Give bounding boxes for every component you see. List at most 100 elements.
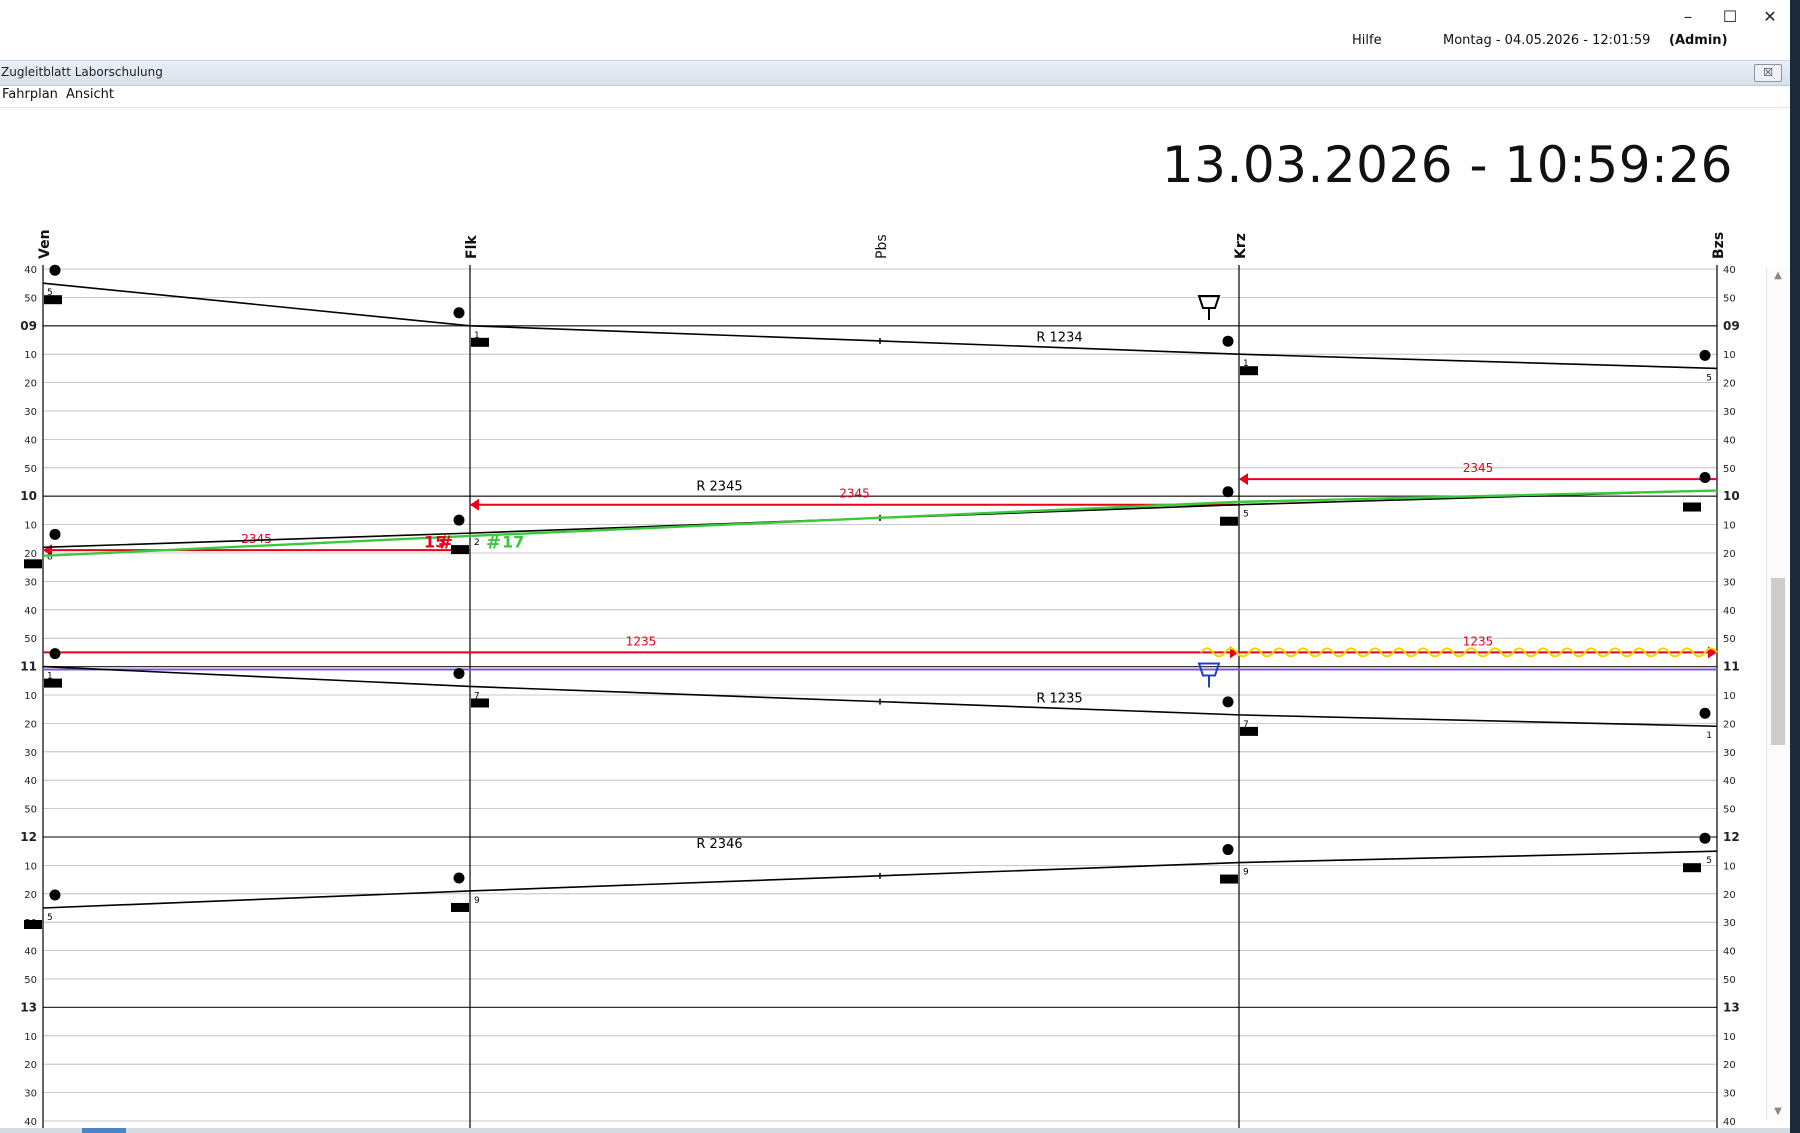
track-number: 8: [47, 552, 53, 562]
track-block: [24, 920, 42, 929]
time-tick-right: 10: [1723, 1032, 1736, 1043]
time-tick-left: 40: [24, 1117, 37, 1128]
track-block: [44, 295, 62, 305]
time-tick-left: 10: [20, 489, 37, 503]
time-tick-left: 10: [24, 350, 37, 361]
time-tick-left: 12: [20, 830, 37, 844]
track-number: 9: [474, 896, 480, 906]
track-block: [1683, 863, 1701, 873]
time-tick-left: 30: [24, 1089, 37, 1100]
order-arrowhead: [1239, 473, 1248, 486]
close-icon[interactable]: ✕: [1750, 4, 1790, 30]
scroll-thumb[interactable]: [1771, 578, 1785, 745]
timetable-graph: Ven Flk Pbs Krz Bzs 40 40 50 50 09 09 10 10 20 20 30 30 4…: [20, 229, 1740, 1128]
delay-marker-icon: #: [438, 533, 453, 554]
track-block: [24, 559, 42, 569]
time-tick-right: 40: [1723, 435, 1736, 446]
departure-dot: [1699, 349, 1711, 361]
train-path: [42, 665, 1718, 728]
time-tick-right: 20: [1723, 890, 1736, 901]
time-tick-right: 20: [1723, 379, 1736, 390]
order-arrowhead: [470, 498, 479, 511]
time-tick-left: 50: [24, 464, 37, 475]
track-number: 2: [474, 538, 480, 548]
order-label: 1235: [626, 634, 657, 648]
time-tick-right: 50: [1723, 975, 1736, 986]
time-tick-left: 40: [24, 776, 37, 787]
time-tick-right: 30: [1723, 918, 1736, 929]
train-label: R 2346: [696, 837, 742, 852]
time-tick-left: 40: [24, 265, 37, 276]
delay-marker-icon: #: [486, 533, 501, 554]
time-tick-left: 50: [24, 293, 37, 304]
departure-dot: [1699, 707, 1711, 719]
time-tick-left: 50: [24, 805, 37, 816]
time-tick-right: 20: [1723, 1060, 1736, 1071]
time-tick-left: 20: [24, 549, 37, 560]
track-number: 1: [1706, 731, 1712, 741]
order-label: 2345: [839, 487, 870, 501]
time-tick-left: 30: [24, 407, 37, 418]
departure-dot: [453, 667, 465, 679]
time-tick-right: 30: [1723, 748, 1736, 759]
vertical-scrollbar[interactable]: ▲ ▼: [1766, 268, 1789, 1120]
time-tick-left: 40: [24, 947, 37, 958]
track-number: 5: [1706, 373, 1712, 383]
maximize-icon[interactable]: ☐: [1710, 4, 1750, 30]
departure-dot: [1699, 832, 1711, 844]
time-tick-left: 09: [20, 319, 37, 333]
time-tick-right: 50: [1723, 293, 1736, 304]
departure-dot: [1699, 472, 1711, 484]
taskbar-strip: [0, 1128, 1800, 1133]
track-block: [451, 902, 469, 912]
menu-fahrplan[interactable]: Fahrplan: [2, 87, 58, 102]
time-tick-right: 40: [1723, 947, 1736, 958]
station-label-ven: Ven: [37, 229, 53, 259]
document-close-icon[interactable]: ☒: [1754, 64, 1782, 82]
time-tick-right: 20: [1723, 719, 1736, 730]
track-number: 5: [1243, 510, 1249, 520]
time-tick-right: 50: [1723, 805, 1736, 816]
user-role: (Admin): [1669, 33, 1728, 48]
time-tick-left: 20: [24, 719, 37, 730]
station-label-krz: Krz: [1233, 233, 1249, 259]
departure-dot: [453, 307, 465, 319]
track-number: 9: [1243, 868, 1249, 878]
time-tick-right: 30: [1723, 577, 1736, 588]
departure-dot: [1222, 844, 1234, 856]
train-label: R 1235: [1036, 691, 1082, 706]
minimize-icon[interactable]: –: [1668, 4, 1708, 30]
time-tick-left: 40: [24, 435, 37, 446]
time-tick-right: 10: [1723, 489, 1740, 503]
time-tick-right: 30: [1723, 407, 1736, 418]
track-block: [471, 337, 489, 347]
departure-dot: [49, 264, 61, 276]
departure-dot: [453, 872, 465, 884]
track-block: [1683, 502, 1701, 512]
time-tick-right: 10: [1723, 521, 1736, 532]
departure-dot: [49, 648, 61, 660]
scroll-down-icon[interactable]: ▼: [1767, 1104, 1789, 1120]
order-label: 1235: [1463, 634, 1494, 648]
time-tick-left: 30: [24, 748, 37, 759]
time-tick-right: 40: [1723, 265, 1736, 276]
scroll-up-icon[interactable]: ▲: [1767, 268, 1789, 284]
track-block: [471, 698, 489, 708]
actual-run-path: [42, 489, 1718, 558]
menu-ansicht[interactable]: Ansicht: [66, 87, 114, 102]
train-label: R 2345: [696, 479, 742, 494]
time-tick-right: 10: [1723, 691, 1736, 702]
delay-marker-label: 17: [502, 533, 524, 552]
time-tick-right: 40: [1723, 776, 1736, 787]
help-link[interactable]: Hilfe: [1352, 33, 1382, 48]
time-tick-left: 11: [20, 660, 37, 674]
station-label-pbs: Pbs: [874, 234, 890, 259]
time-tick-left: 10: [24, 1032, 37, 1043]
track-block: [1220, 874, 1238, 884]
time-tick-left: 20: [24, 379, 37, 390]
time-tick-left: 40: [24, 606, 37, 617]
train-label: R 1234: [1036, 331, 1082, 346]
time-tick-right: 30: [1723, 1089, 1736, 1100]
departure-dot: [1222, 696, 1234, 708]
time-tick-right: 50: [1723, 464, 1736, 475]
